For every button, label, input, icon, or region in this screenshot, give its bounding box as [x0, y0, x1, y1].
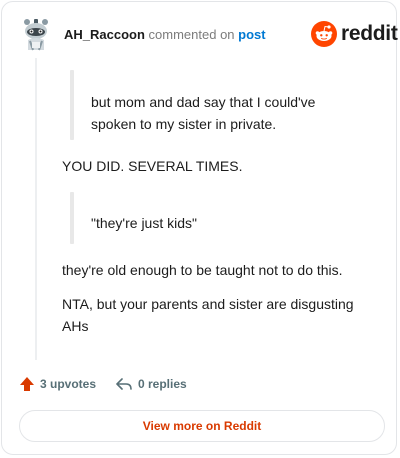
upvote-button[interactable]: 3 upvotes	[19, 376, 96, 392]
comment-paragraph: they're old enough to be taught not to d…	[62, 262, 343, 278]
reply-count: 0 replies	[138, 377, 187, 391]
reddit-snoo-icon	[311, 21, 337, 47]
snoo-avatar-icon	[24, 19, 48, 51]
upvote-count: 3 upvotes	[40, 377, 97, 391]
comment-paragraph: NTA, but your parents and sister are dis…	[62, 296, 354, 334]
comment-header: AH_Raccoon commented on post	[64, 27, 266, 43]
reddit-wordmark: reddit	[341, 22, 398, 45]
quote-bar	[70, 70, 74, 140]
upvote-arrow-icon	[20, 377, 34, 391]
view-more-on-reddit-button[interactable]: View more on Reddit	[19, 410, 385, 442]
reply-arrow-icon	[116, 378, 132, 390]
username-link[interactable]: AH_Raccoon	[64, 27, 145, 42]
reply-button[interactable]: 0 replies	[115, 376, 187, 392]
comment-paragraph: YOU DID. SEVERAL TIMES.	[62, 158, 243, 174]
post-link[interactable]: post	[238, 27, 265, 42]
quoted-text: but mom and dad say that I could've spok…	[91, 94, 316, 132]
quoted-text: "they're just kids"	[91, 215, 197, 231]
quote-bar	[70, 192, 74, 244]
comment-embed-card: AH_Raccoon commented on post reddit but …	[1, 1, 398, 455]
action-text: commented on	[148, 27, 235, 42]
user-avatar[interactable]	[19, 17, 53, 51]
reddit-logo[interactable]: reddit	[311, 21, 398, 47]
view-more-label: View more on Reddit	[142, 419, 262, 433]
thread-line	[35, 58, 37, 360]
